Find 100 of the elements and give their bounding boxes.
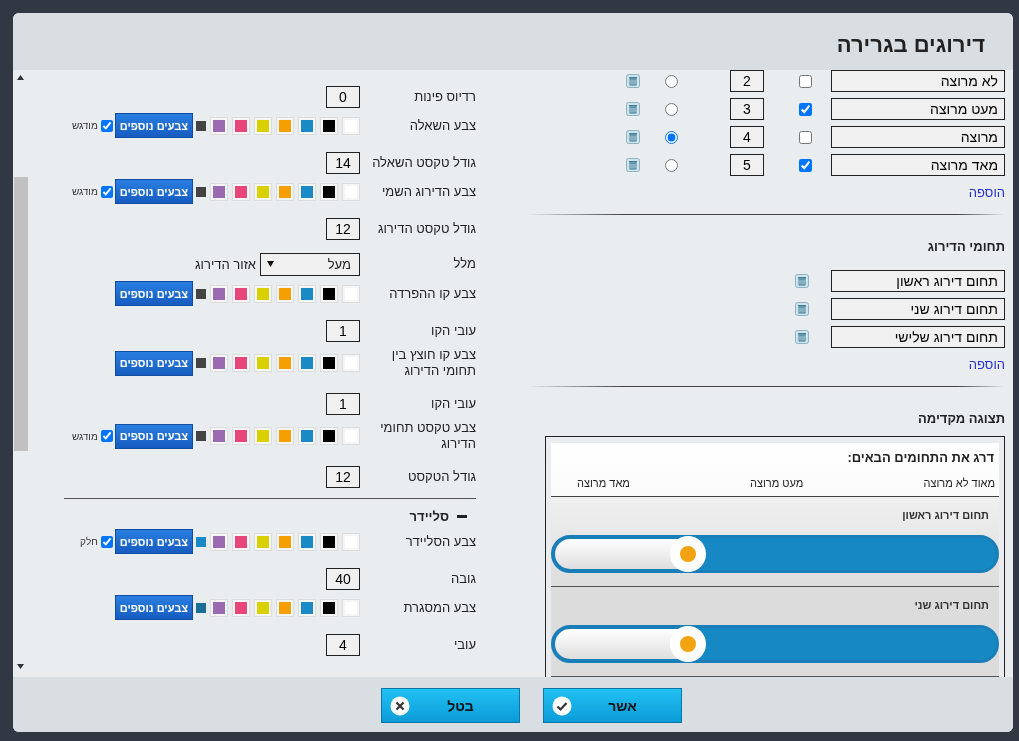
option-field[interactable]: מעט מרוצה — [831, 98, 1005, 120]
slider-track[interactable] — [551, 535, 999, 573]
add-link[interactable]: הוספה — [968, 185, 1005, 200]
confirm-button[interactable]: אשר — [542, 688, 682, 723]
number-field[interactable]: 4 — [326, 634, 360, 656]
area-field[interactable]: תחום דירוג שלישי — [831, 326, 1005, 348]
color-swatch[interactable] — [210, 598, 228, 617]
trash-icon[interactable] — [795, 302, 809, 316]
number-field[interactable]: 14 — [326, 152, 360, 174]
color-swatch[interactable] — [232, 598, 250, 617]
color-swatch[interactable] — [298, 116, 316, 135]
area-field[interactable]: תחום דירוג שני — [831, 298, 1005, 320]
number-field[interactable]: 12 — [326, 466, 360, 488]
trash-icon[interactable] — [795, 274, 809, 288]
color-swatch[interactable] — [320, 354, 338, 372]
more-colors-button[interactable]: צבעים נוספים — [114, 281, 193, 306]
color-swatch[interactable] — [210, 532, 228, 551]
option-checkbox[interactable] — [799, 130, 812, 144]
color-swatch[interactable] — [342, 182, 360, 201]
number-field[interactable]: 0 — [326, 86, 360, 108]
color-swatch[interactable] — [210, 427, 228, 445]
color-swatch[interactable] — [320, 284, 338, 303]
color-swatch[interactable] — [210, 116, 228, 135]
option-checkbox[interactable] — [799, 74, 812, 88]
cancel-button[interactable]: בטל — [380, 688, 520, 723]
area-field[interactable]: תחום דירוג ראשון — [831, 270, 1005, 292]
color-swatch[interactable] — [210, 182, 228, 201]
color-swatch[interactable] — [210, 354, 228, 372]
color-swatch[interactable] — [254, 598, 272, 617]
color-swatch[interactable] — [342, 532, 360, 551]
more-colors-button[interactable]: צבעים נוספים — [114, 179, 193, 204]
color-swatch[interactable] — [298, 182, 316, 201]
scroll-up-icon[interactable] — [17, 75, 24, 80]
scrollbar-thumb[interactable] — [13, 177, 28, 451]
more-colors-button[interactable]: צבעים נוספים — [114, 350, 193, 376]
color-swatch[interactable] — [298, 284, 316, 303]
color-swatch[interactable] — [342, 354, 360, 372]
more-colors-button[interactable]: צבעים נוספים — [114, 595, 193, 620]
trash-icon[interactable] — [626, 102, 640, 116]
option-field[interactable]: לא מרוצה — [831, 70, 1005, 92]
slider-thumb[interactable] — [670, 536, 706, 572]
color-swatch[interactable] — [254, 427, 272, 445]
color-swatch[interactable] — [342, 284, 360, 303]
color-swatch[interactable] — [232, 284, 250, 303]
score-field[interactable]: 2 — [730, 70, 764, 92]
slider-track[interactable] — [551, 625, 999, 663]
dropdown[interactable]: מעל — [260, 252, 360, 276]
color-swatch[interactable] — [276, 532, 294, 551]
color-swatch[interactable] — [276, 427, 294, 445]
number-field[interactable]: 40 — [326, 568, 360, 590]
color-swatch[interactable] — [276, 284, 294, 303]
more-colors-button[interactable]: צבעים נוספים — [114, 529, 193, 554]
trash-icon[interactable] — [795, 330, 809, 344]
color-swatch[interactable] — [298, 354, 316, 372]
color-swatch[interactable] — [320, 182, 338, 201]
number-field[interactable]: 12 — [326, 218, 360, 240]
checkbox[interactable] — [100, 119, 113, 132]
option-radio[interactable] — [665, 102, 678, 116]
color-swatch[interactable] — [254, 116, 272, 135]
color-swatch[interactable] — [342, 116, 360, 135]
checkbox[interactable] — [100, 185, 113, 198]
color-swatch[interactable] — [320, 116, 338, 135]
color-swatch[interactable] — [276, 182, 294, 201]
checkbox[interactable] — [100, 535, 113, 548]
trash-icon[interactable] — [626, 74, 640, 88]
color-swatch[interactable] — [276, 116, 294, 135]
color-swatch[interactable] — [298, 532, 316, 551]
color-swatch[interactable] — [276, 354, 294, 372]
option-field[interactable]: מאד מרוצה — [831, 154, 1005, 176]
option-radio[interactable] — [665, 130, 678, 144]
color-swatch[interactable] — [298, 598, 316, 617]
color-swatch[interactable] — [342, 427, 360, 445]
color-swatch[interactable] — [254, 284, 272, 303]
trash-icon[interactable] — [626, 158, 640, 172]
option-checkbox[interactable] — [799, 102, 812, 116]
number-field[interactable]: 1 — [326, 320, 360, 342]
color-swatch[interactable] — [232, 532, 250, 551]
color-swatch[interactable] — [342, 598, 360, 617]
checkbox[interactable] — [100, 430, 113, 442]
trash-icon[interactable] — [626, 130, 640, 144]
score-field[interactable]: 3 — [730, 98, 764, 120]
option-checkbox[interactable] — [799, 158, 812, 172]
score-field[interactable]: 5 — [730, 154, 764, 176]
slider-thumb[interactable] — [670, 626, 706, 662]
color-swatch[interactable] — [232, 354, 250, 372]
color-swatch[interactable] — [254, 532, 272, 551]
number-field[interactable]: 1 — [326, 393, 360, 415]
more-colors-button[interactable]: צבעים נוספים — [114, 423, 193, 449]
option-radio[interactable] — [665, 74, 678, 88]
color-swatch[interactable] — [254, 354, 272, 372]
color-swatch[interactable] — [320, 598, 338, 617]
option-radio[interactable] — [665, 158, 678, 172]
scroll-down-icon[interactable] — [17, 664, 24, 669]
color-swatch[interactable] — [298, 427, 316, 445]
color-swatch[interactable] — [254, 182, 272, 201]
color-swatch[interactable] — [210, 284, 228, 303]
color-swatch[interactable] — [320, 427, 338, 445]
option-field[interactable]: מרוצה — [831, 126, 1005, 148]
color-swatch[interactable] — [232, 427, 250, 445]
color-swatch[interactable] — [320, 532, 338, 551]
